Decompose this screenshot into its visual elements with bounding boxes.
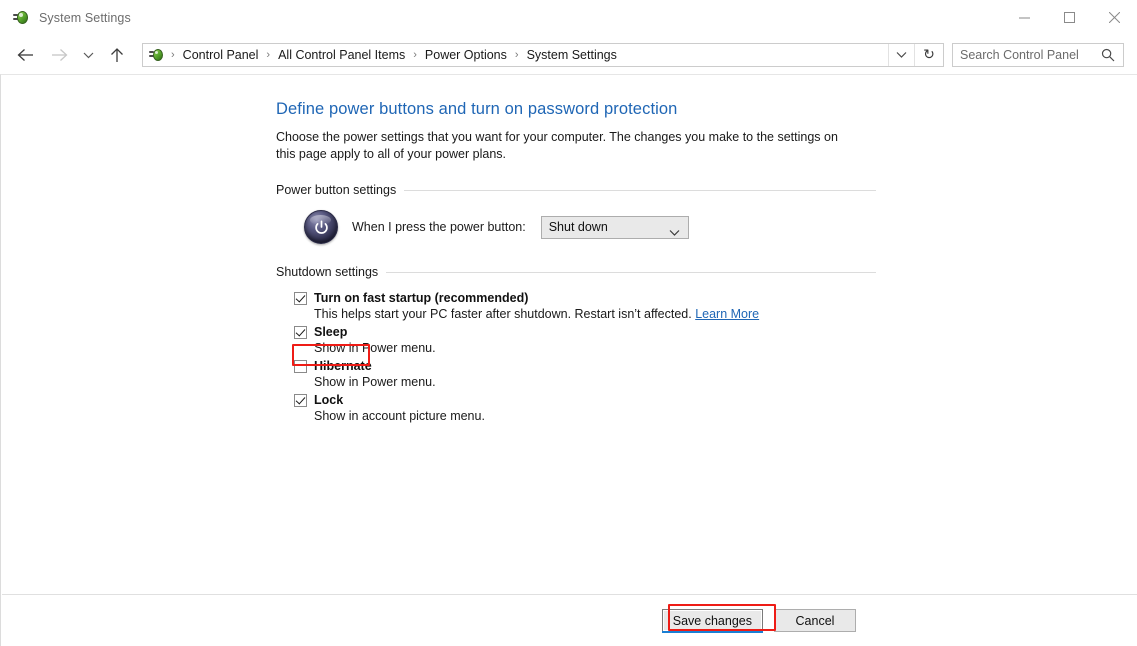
- shutdown-settings-body: Turn on fast startup (recommended) This …: [276, 291, 876, 423]
- footer-bar: Save changes Cancel: [1, 595, 1137, 646]
- breadcrumb-separator: ›: [413, 48, 417, 61]
- checkbox-row-fast-startup[interactable]: Turn on fast startup (recommended): [294, 291, 876, 305]
- checkbox-sleep[interactable]: [294, 325, 307, 339]
- power-button-icon: [304, 210, 338, 244]
- recent-locations-icon[interactable]: [78, 42, 98, 68]
- checkbox-row-lock[interactable]: Lock: [294, 393, 876, 407]
- checkbox-fast-startup[interactable]: [294, 291, 307, 305]
- checkbox-label-lock: Lock: [314, 393, 344, 407]
- close-icon[interactable]: [1092, 0, 1137, 35]
- breadcrumb-separator: ›: [171, 48, 175, 61]
- section-divider: [404, 189, 876, 191]
- system-settings-window: System Settings › Control Panel › All Co…: [0, 0, 1137, 646]
- forward-arrow-icon: [46, 42, 72, 68]
- search-placeholder: Search Control Panel: [960, 47, 1079, 62]
- checkbox-description-fast-startup: This helps start your PC faster after sh…: [314, 307, 876, 321]
- checkbox-label-sleep: Sleep: [314, 325, 348, 339]
- checkbox-lock[interactable]: [294, 393, 307, 407]
- navigation-bar: › Control Panel › All Control Panel Item…: [0, 35, 1137, 74]
- list-item: Lock Show in account picture menu.: [294, 393, 876, 423]
- content-panel: Define power buttons and turn on passwor…: [0, 74, 1137, 646]
- checkbox-label-hibernate: Hibernate: [314, 359, 372, 373]
- checkbox-description-lock: Show in account picture menu.: [314, 409, 485, 423]
- learn-more-link[interactable]: Learn More: [695, 307, 759, 321]
- window-controls: [1002, 0, 1137, 35]
- checkbox-row-sleep[interactable]: Sleep: [294, 325, 876, 339]
- chevron-down-icon: [669, 223, 680, 241]
- checkbox-description-hibernate: Show in Power menu.: [314, 375, 436, 389]
- breadcrumb-separator: ›: [514, 48, 519, 61]
- power-button-settings-body: When I press the power button: Shut down: [276, 210, 876, 244]
- address-power-plug-icon: [149, 47, 165, 63]
- power-button-row: When I press the power button: Shut down: [294, 210, 876, 244]
- list-item: Sleep Show in Power menu.: [294, 325, 876, 355]
- up-arrow-icon[interactable]: [104, 42, 130, 68]
- page-description: Choose the power settings that you want …: [276, 130, 838, 161]
- breadcrumb-item-system-settings[interactable]: System Settings: [525, 48, 619, 62]
- fast-startup-description-text: This helps start your PC faster after sh…: [314, 307, 692, 321]
- list-item: Turn on fast startup (recommended) This …: [294, 291, 876, 321]
- section-divider: [386, 271, 876, 273]
- power-button-settings-heading: Power button settings: [276, 183, 397, 197]
- refresh-icon[interactable]: ↻: [914, 43, 943, 66]
- window-title: System Settings: [39, 10, 131, 25]
- search-input[interactable]: Search Control Panel: [952, 42, 1124, 67]
- settings-body: Define power buttons and turn on passwor…: [276, 100, 876, 423]
- checkbox-description-sleep: Show in Power menu.: [314, 341, 436, 355]
- power-button-action-value: Shut down: [548, 220, 608, 234]
- search-icon: [1101, 48, 1115, 67]
- cancel-button[interactable]: Cancel: [774, 609, 856, 632]
- chevron-down-icon[interactable]: [888, 43, 913, 66]
- power-button-settings-group: Power button settings When I press the p…: [276, 183, 876, 244]
- breadcrumb-separator: ›: [266, 48, 271, 61]
- power-button-action-select[interactable]: Shut down: [540, 215, 689, 241]
- breadcrumb-item-power-options[interactable]: Power Options: [423, 48, 509, 62]
- title-bar: System Settings: [0, 0, 1137, 35]
- shutdown-settings-heading: Shutdown settings: [276, 265, 379, 279]
- power-button-label: When I press the power button:: [352, 220, 526, 234]
- checkbox-label-fast-startup: Turn on fast startup (recommended): [314, 291, 529, 305]
- checkbox-row-hibernate[interactable]: Hibernate: [294, 359, 876, 373]
- checkbox-hibernate[interactable]: [294, 359, 307, 373]
- save-changes-button[interactable]: Save changes: [661, 609, 764, 633]
- address-bar[interactable]: › Control Panel › All Control Panel Item…: [142, 42, 944, 67]
- power-plug-icon: [12, 9, 30, 27]
- page-title: Define power buttons and turn on passwor…: [276, 100, 678, 118]
- list-item: Hibernate Show in Power menu.: [294, 359, 876, 389]
- breadcrumb-item-control-panel[interactable]: Control Panel: [181, 48, 261, 62]
- shutdown-settings-heading-row: Shutdown settings: [276, 265, 876, 279]
- power-button-settings-heading-row: Power button settings: [276, 183, 876, 197]
- maximize-icon[interactable]: [1047, 0, 1092, 35]
- breadcrumb-item-all-control-panel-items[interactable]: All Control Panel Items: [276, 48, 407, 62]
- minimize-icon[interactable]: [1002, 0, 1047, 35]
- back-arrow-icon[interactable]: [12, 42, 38, 68]
- shutdown-settings-group: Shutdown settings Turn on fast startup (…: [276, 265, 876, 423]
